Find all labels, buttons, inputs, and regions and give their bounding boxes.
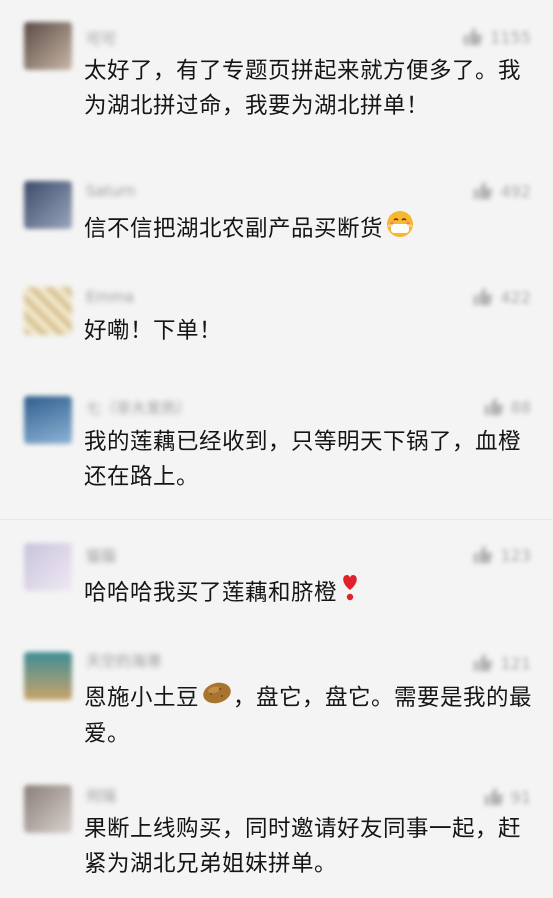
avatar[interactable]: [24, 181, 72, 229]
avatar[interactable]: [24, 287, 72, 335]
username[interactable]: Saturn: [86, 182, 136, 200]
like-count: 88: [510, 397, 531, 417]
like-count: 123: [500, 545, 531, 565]
like-count: 492: [500, 181, 531, 201]
like-button[interactable]: 121: [472, 652, 531, 674]
username[interactable]: 猫猫: [86, 545, 116, 566]
thumbs-up-icon: [464, 27, 483, 46]
avatar[interactable]: [24, 785, 72, 833]
potato-emoji: [201, 680, 233, 717]
comment-text: 信不信把湖北农副产品买断货: [84, 209, 536, 250]
comment-text: 哈哈哈我买了莲藕和脐橙: [84, 573, 536, 614]
avatar[interactable]: [24, 22, 72, 70]
comment-text: 太好了，有了专题页拼起来就方便多了。我为湖北拼过命，我要为湖北拼单！: [84, 58, 522, 119]
thumbs-up-icon: [484, 397, 503, 416]
comment-text-content: 哈哈哈我买了莲藕和脐橙: [84, 580, 338, 606]
like-button[interactable]: 123: [472, 544, 531, 566]
comment-feed: 可可 1155 太好了，有了专题页拼起来就方便多了。我为湖北拼过命，我要为湖北拼…: [0, 0, 553, 898]
heart-exclamation-emoji: [339, 573, 361, 614]
like-button[interactable]: 1155: [462, 26, 531, 48]
avatar[interactable]: [24, 396, 72, 444]
comment-text: 我的莲藕已经收到，只等明天下锅了，血橙还在路上。: [84, 429, 522, 490]
avatar[interactable]: [24, 652, 72, 700]
avatar[interactable]: [24, 543, 72, 591]
username[interactable]: 何瑞: [86, 785, 116, 806]
like-button[interactable]: 492: [472, 180, 531, 202]
thumbs-up-icon: [474, 653, 493, 672]
like-button[interactable]: 88: [483, 396, 531, 418]
thumbs-up-icon: [474, 287, 493, 306]
divider: [0, 519, 553, 520]
username[interactable]: 七（非大发热）: [86, 397, 191, 418]
thumbs-up-icon: [484, 787, 503, 806]
like-count: 91: [510, 787, 531, 807]
comment-text-content: 信不信把湖北农副产品买断货: [84, 216, 384, 242]
username[interactable]: 可可: [86, 28, 116, 49]
comment-text: 恩施小土豆 ，盘它，盘它。需要是我的最爱。: [84, 680, 536, 752]
comment-text: 好嘞！下单！: [84, 318, 223, 344]
like-button[interactable]: 422: [472, 286, 531, 308]
like-count: 1155: [490, 27, 531, 47]
username[interactable]: 天空的海港: [86, 650, 161, 671]
comment-text: 果断上线购买，同时邀请好友同事一起，赶紧为湖北兄弟姐妹拼单。: [84, 816, 522, 877]
mask-smile-emoji: [385, 209, 415, 250]
comment-text-content: 恩施小土豆: [84, 685, 200, 711]
like-count: 422: [500, 287, 531, 307]
like-button[interactable]: 91: [483, 786, 531, 808]
thumbs-up-icon: [474, 181, 493, 200]
username[interactable]: Emma: [86, 288, 134, 306]
thumbs-up-icon: [474, 545, 493, 564]
like-count: 121: [500, 653, 531, 673]
